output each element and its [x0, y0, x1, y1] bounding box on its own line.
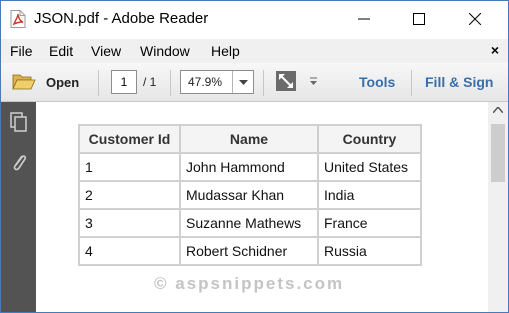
page-thumbnails-button[interactable] [10, 112, 28, 137]
table-cell: John Hammond [179, 152, 319, 182]
table-cell: United States [317, 152, 422, 182]
table-header-row: Customer Id Name Country [78, 124, 422, 154]
close-button[interactable] [453, 1, 498, 39]
app-window: JSON.pdf - Adobe Reader File Edit View W… [0, 0, 509, 313]
toolbar: Open 1 / 1 47.9% Tools Fill & Sign [1, 63, 508, 102]
menu-file[interactable]: File [10, 43, 33, 59]
zoom-dropdown-button[interactable] [232, 71, 254, 93]
table-row: 1 John Hammond United States [78, 152, 422, 182]
table-row: 2 Mudassar Khan India [78, 180, 422, 210]
watermark: © aspsnippets.com [154, 274, 345, 293]
document-view[interactable]: Customer Id Name Country 1 John Hammond … [36, 102, 488, 312]
table-cell: 3 [78, 208, 181, 238]
pdf-file-icon [10, 10, 26, 28]
menu-edit[interactable]: Edit [49, 43, 73, 59]
dropdown-arrow-icon [239, 80, 248, 85]
minimize-button[interactable] [342, 1, 387, 39]
open-button[interactable]: Open [9, 69, 89, 95]
table-cell: India [317, 180, 422, 210]
table-cell: Robert Schidner [179, 236, 319, 266]
table-header-cell: Name [179, 124, 319, 154]
scroll-up-button[interactable] [488, 102, 508, 119]
title-bar[interactable]: JSON.pdf - Adobe Reader [1, 1, 508, 39]
document-close-button[interactable]: × [491, 42, 499, 58]
toolbar-more-button[interactable] [309, 74, 319, 85]
more-icon [310, 77, 317, 85]
expand-button[interactable] [275, 70, 297, 92]
navigation-pane [1, 102, 36, 312]
minimize-icon [358, 18, 370, 20]
scroll-up-arrow-icon [493, 107, 503, 113]
attachment-icon [13, 155, 27, 171]
toolbar-divider [170, 70, 171, 96]
page-total: / 1 [143, 75, 157, 89]
table-cell: Mudassar Khan [179, 180, 319, 210]
tools-link[interactable]: Tools [359, 74, 395, 90]
zoom-select[interactable]: 47.9% [180, 70, 254, 94]
menu-window[interactable]: Window [140, 43, 190, 59]
toolbar-divider [411, 70, 412, 96]
table-cell: 2 [78, 180, 181, 210]
table-header-cell: Customer Id [78, 124, 181, 154]
table-row: 3 Suzanne Mathews France [78, 208, 422, 238]
table-header-cell: Country [317, 124, 422, 154]
menu-view[interactable]: View [91, 43, 121, 59]
zoom-value: 47.9% [188, 75, 223, 89]
table-cell: France [317, 208, 422, 238]
table-row: 4 Robert Schidner Russia [78, 236, 422, 266]
maximize-icon [413, 13, 425, 25]
scroll-thumb[interactable] [491, 124, 505, 182]
window-title: JSON.pdf - Adobe Reader [34, 10, 209, 27]
close-icon [469, 13, 481, 25]
toolbar-divider [263, 70, 264, 96]
folder-open-icon [12, 74, 36, 90]
page-thumbnails-icon [10, 112, 27, 132]
fill-sign-link[interactable]: Fill & Sign [425, 74, 493, 90]
table-cell: Russia [317, 236, 422, 266]
menu-bar: File Edit View Window Help × [1, 39, 508, 63]
toolbar-divider [98, 70, 99, 96]
attachments-button[interactable] [10, 152, 28, 179]
page-number-input[interactable]: 1 [111, 70, 137, 94]
customers-table: Customer Id Name Country 1 John Hammond … [78, 124, 422, 266]
menu-help[interactable]: Help [211, 43, 240, 59]
table-cell: Suzanne Mathews [179, 208, 319, 238]
table-cell: 4 [78, 236, 181, 266]
table-cell: 1 [78, 152, 181, 182]
vertical-scrollbar[interactable] [488, 102, 508, 312]
expand-icon [276, 71, 296, 91]
open-label: Open [46, 75, 80, 90]
maximize-button[interactable] [397, 1, 442, 39]
